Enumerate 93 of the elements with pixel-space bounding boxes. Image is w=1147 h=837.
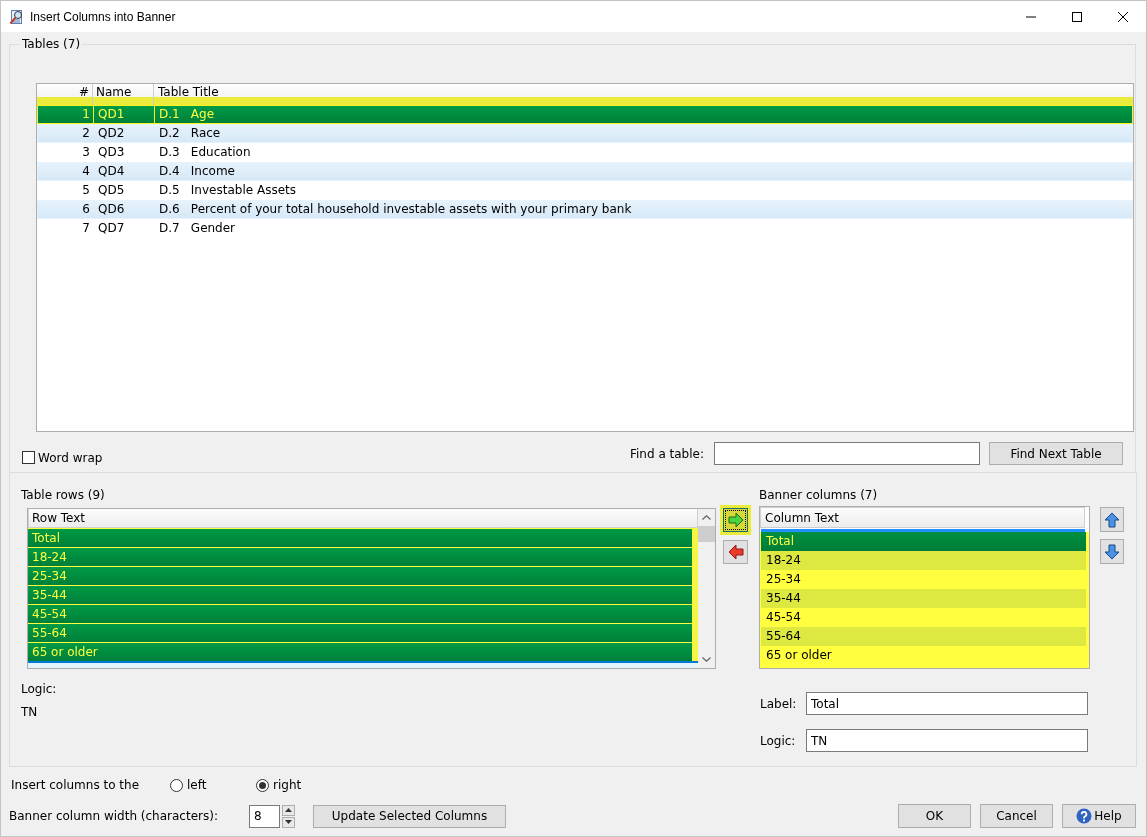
list-item[interactable]: 18-24 <box>761 551 1086 570</box>
table-row[interactable]: 7 QD7 D.7 Gender <box>37 219 1133 238</box>
list-item[interactable]: 18-24 <box>28 547 698 566</box>
logic-label: Logic: <box>21 682 57 697</box>
table-cell-text: 3 <box>81 144 91 161</box>
list-title: Banner columns (7) <box>759 488 878 503</box>
radio-button[interactable] <box>170 778 183 792</box>
table-cell-text: 2 <box>81 125 91 142</box>
column-header[interactable]: Table Title <box>154 84 1133 105</box>
checkbox[interactable] <box>22 451 35 464</box>
move-left-button[interactable] <box>723 540 748 564</box>
field-label: Banner column width (characters): <box>9 809 219 823</box>
checkbox-label[interactable]: Word wrap <box>38 450 103 465</box>
update-columns-button[interactable]: Update Selected Columns <box>313 804 506 828</box>
radio-label[interactable]: right <box>273 778 302 792</box>
table-cell-text: QD2 <box>97 125 126 142</box>
list-item[interactable]: 45-54 <box>761 608 1086 627</box>
list-item[interactable]: 25-34 <box>28 566 698 585</box>
field-label: Label: <box>759 696 798 711</box>
table-cell: D.1 Age <box>154 106 1132 123</box>
radio-button[interactable] <box>256 778 269 792</box>
list-item[interactable]: 45-54 <box>28 604 698 623</box>
document-magnifier-icon <box>9 8 25 25</box>
logic-field[interactable]: TN <box>806 729 1088 752</box>
close-icon <box>1118 11 1128 22</box>
table-row[interactable]: 5 QD5 D.5 Investable Assets <box>37 181 1133 200</box>
table-cell-text: 6 <box>81 201 91 218</box>
up-arrow-icon <box>1104 511 1120 528</box>
scrollbar-thumb[interactable] <box>698 526 715 542</box>
table-cell-text: D.6 Percent of your total household investable assets with your primary bank <box>158 201 633 218</box>
caret-down-icon <box>285 820 292 824</box>
spin-down-button[interactable] <box>282 816 295 828</box>
list-item[interactable]: 25-34 <box>761 570 1086 589</box>
table-row[interactable]: 6 QD6 D.6 Percent of your total household investable assets with your primary bank <box>37 200 1133 219</box>
group-title: Tables (7) <box>21 37 82 52</box>
list-item[interactable]: 55-64 <box>761 627 1086 646</box>
table-cell-text: QD6 <box>97 201 126 218</box>
left-arrow-icon <box>727 544 744 560</box>
help-button[interactable]: Help <box>1062 804 1136 828</box>
table-row[interactable]: 4 QD4 D.4 Income <box>37 162 1133 181</box>
radio-label[interactable]: left <box>187 778 207 792</box>
table-cell: QD1 <box>93 106 154 123</box>
list-item[interactable]: Total <box>28 528 698 547</box>
field-label: Find a table: <box>630 446 704 461</box>
move-down-button[interactable] <box>1100 539 1124 564</box>
scrollbar[interactable] <box>698 509 715 668</box>
table-cell-text: D.5 Investable Assets <box>158 182 297 199</box>
spin-up-button[interactable] <box>282 804 295 816</box>
table-cell-text: 1 <box>81 106 91 123</box>
caret-up-icon[interactable] <box>702 515 711 520</box>
find-next-button[interactable]: Find Next Table <box>989 442 1123 465</box>
right-arrow-icon <box>727 512 744 528</box>
find-table-field[interactable] <box>714 442 980 465</box>
table-cell-text: 5 <box>81 182 91 199</box>
table-row[interactable]: 1 QD1 D.1 Age <box>37 105 1133 124</box>
column-header[interactable]: Column Text <box>760 507 1085 528</box>
down-arrow-icon <box>1104 543 1120 560</box>
window-title: Insert Columns into Banner <box>30 9 176 24</box>
table-cell-text: QD4 <box>97 163 126 180</box>
caret-down-icon[interactable] <box>702 657 711 662</box>
move-up-button[interactable] <box>1100 507 1124 532</box>
logic-text: TN <box>21 705 38 720</box>
table-cell-text: D.4 Income <box>158 163 236 180</box>
table-cell-text: D.7 Gender <box>158 220 237 237</box>
list-item[interactable]: 65 or older <box>761 646 1086 665</box>
list-item[interactable]: 55-64 <box>28 623 698 642</box>
help-icon <box>1076 808 1093 824</box>
caret-up-icon <box>285 808 292 812</box>
column-header[interactable]: Row Text <box>28 509 698 528</box>
dialog-button[interactable]: Cancel <box>980 804 1053 828</box>
dialog-button[interactable]: OK <box>898 804 971 828</box>
table-cell-text: QD7 <box>97 220 126 237</box>
move-right-button[interactable] <box>720 505 751 535</box>
maximize-icon <box>1072 11 1082 22</box>
table-row[interactable]: 3 QD3 D.3 Education <box>37 143 1133 162</box>
label-field[interactable]: Total <box>806 692 1088 715</box>
table-cell-text: QD3 <box>97 144 126 161</box>
list-item[interactable]: 65 or older <box>28 642 698 661</box>
table-row[interactable]: 2 QD2 D.2 Race <box>37 124 1133 143</box>
table-cell-text: 4 <box>81 163 91 180</box>
list-title: Table rows (9) <box>21 488 105 503</box>
width-field[interactable]: 8 <box>249 804 280 828</box>
column-header[interactable]: Name <box>93 84 154 105</box>
list-item[interactable]: 35-44 <box>28 585 698 604</box>
column-header[interactable]: # <box>37 84 93 105</box>
table-cell-text: 7 <box>81 220 91 237</box>
list-item[interactable]: 35-44 <box>761 589 1086 608</box>
table-cell-text: D.3 Education <box>158 144 252 161</box>
option-label: Insert columns to the <box>11 778 141 792</box>
list-item[interactable]: Total <box>761 532 1086 551</box>
field-label: Logic: <box>759 733 797 748</box>
table-cell-text: QD5 <box>97 182 126 199</box>
table-cell-text: D.2 Race <box>158 125 222 142</box>
